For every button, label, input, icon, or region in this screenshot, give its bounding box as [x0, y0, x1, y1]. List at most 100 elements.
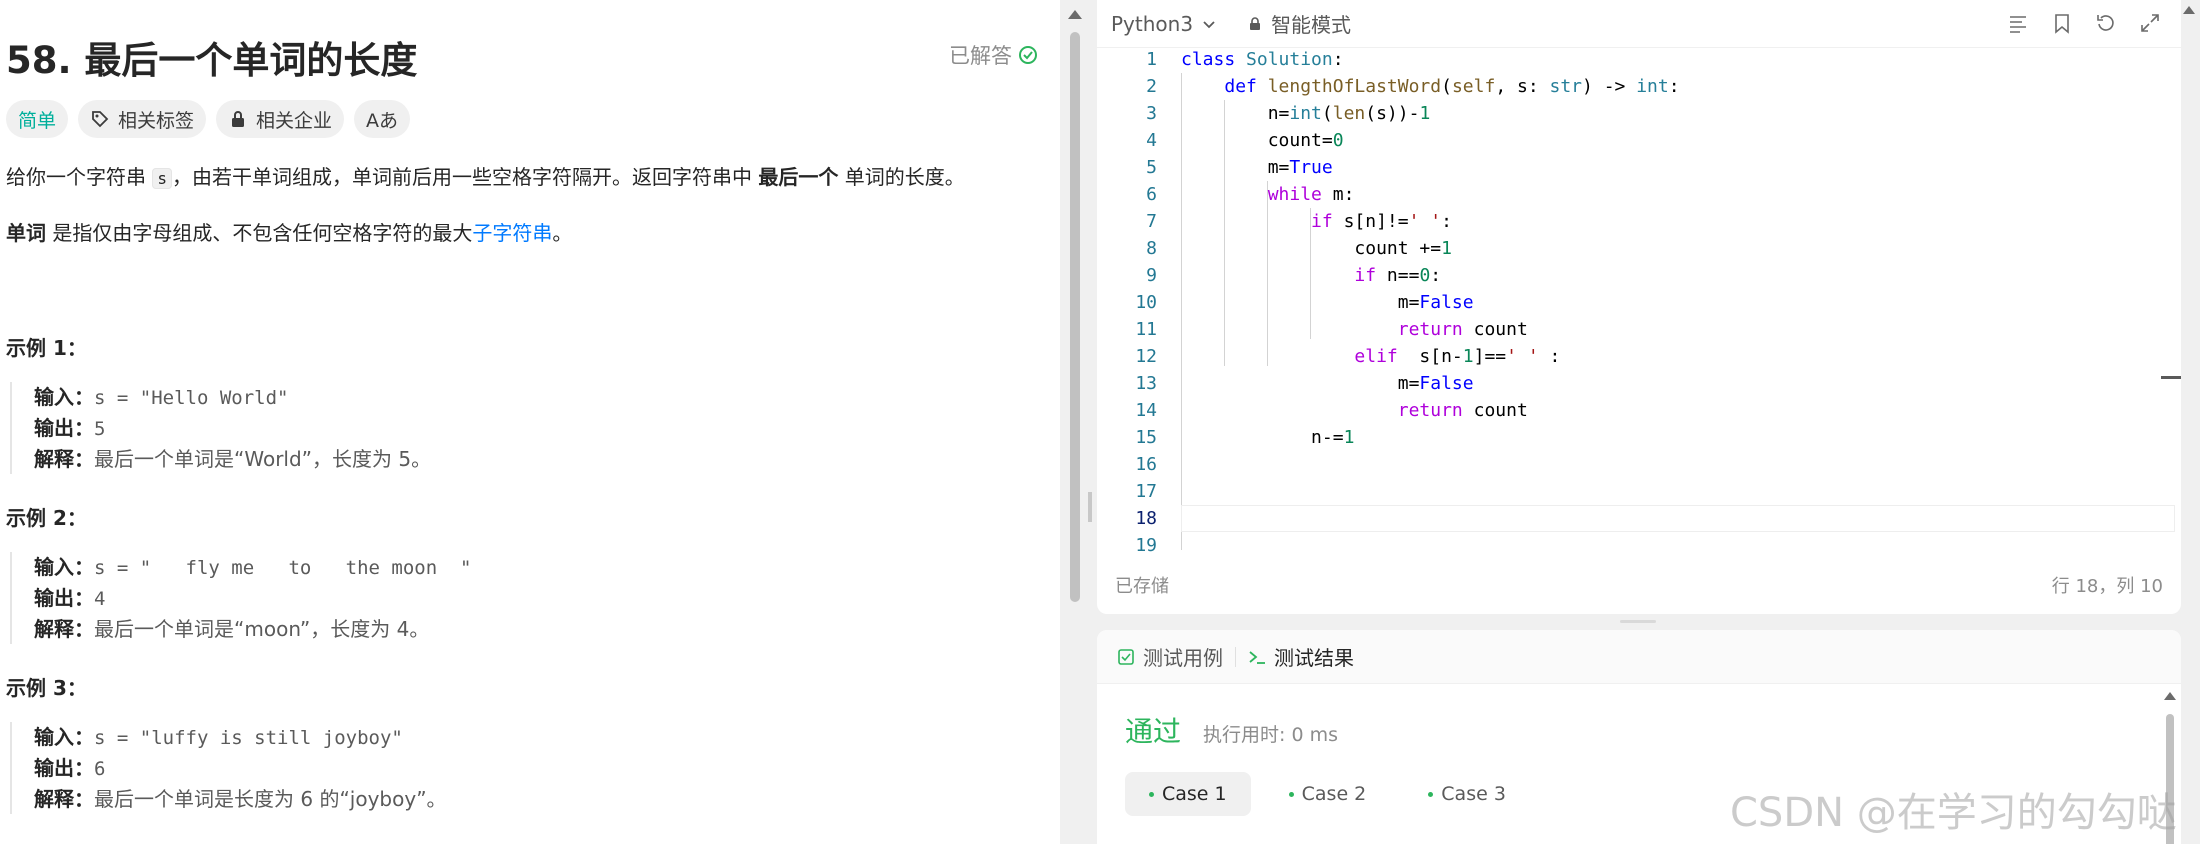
scroll-up-arrow-icon[interactable] — [1068, 10, 1082, 19]
reset-icon[interactable] — [2095, 12, 2117, 34]
code-line: 11 return count — [1097, 316, 2181, 343]
example-1-explain-label: 解释： — [34, 447, 94, 471]
problem-scrollbar[interactable] — [1068, 10, 1082, 844]
problem-panel: 58. 最后一个单词的长度 已解答 简单 相关标签 相关企业 Aあ 给你一个字符… — [0, 0, 1060, 844]
result-row: 通过 执行用时: 0 ms — [1125, 710, 1338, 750]
example-2-input: s = " fly me to the moon " — [94, 557, 472, 579]
desc2-bold: 单词 — [6, 221, 46, 245]
language-select[interactable]: Python3 — [1111, 12, 1217, 36]
bookmark-icon[interactable] — [2051, 12, 2073, 34]
expand-icon[interactable] — [2139, 12, 2161, 34]
vertical-resize-handle[interactable] — [1620, 620, 1656, 623]
lock-icon — [232, 111, 245, 127]
desc1-inline-code: s — [152, 168, 172, 189]
code-line: 5 m=True — [1097, 154, 2181, 181]
tag-icon — [92, 111, 109, 128]
pass-dot-icon — [1288, 791, 1294, 797]
line-text: n-=1 — [1181, 427, 1355, 448]
tab-testresult[interactable]: 测试结果 — [1248, 642, 1354, 671]
case-tab-2[interactable]: Case 2 — [1265, 772, 1391, 816]
problem-title[interactable]: 58. 最后一个单词的长度 — [6, 39, 417, 82]
runtime: 执行用时: 0 ms — [1203, 724, 1338, 746]
example-1-title: 示例 1： — [6, 336, 87, 360]
line-number: 19 — [1135, 535, 1157, 556]
companies-tag[interactable]: 相关企业 — [216, 100, 345, 138]
code-line: 15 n-=1 — [1097, 424, 2181, 451]
code-line: 16 — [1097, 451, 2181, 478]
topics-tag[interactable]: 相关标签 — [78, 100, 207, 138]
example-3-output-label: 输出： — [34, 756, 94, 780]
editor-overview-ruler — [2161, 376, 2181, 379]
example-2-explain: 最后一个单词是“moon”，长度为 4。 — [94, 617, 430, 641]
smart-mode-label: 智能模式 — [1271, 13, 1352, 37]
code-line: 14 return count — [1097, 397, 2181, 424]
editor-status-bar: 已存储 行 18，列 10 — [1097, 560, 2181, 610]
example-3-title: 示例 3： — [6, 676, 87, 700]
line-number: 17 — [1135, 481, 1157, 502]
tab-testcases[interactable]: 测试用例 — [1117, 642, 1223, 671]
desc1-text-c: 单词的长度。 — [838, 165, 965, 189]
scroll-up-arrow-icon[interactable] — [2164, 692, 2176, 700]
example-2-input-label: 输入： — [34, 555, 94, 579]
line-number: 7 — [1146, 211, 1157, 232]
code-line: 9 if n==0: — [1097, 262, 2181, 289]
example-1-explain: 最后一个单词是“World”，长度为 5。 — [94, 447, 432, 471]
problem-scroll-thumb[interactable] — [1070, 32, 1080, 602]
checkbox-icon — [1118, 648, 1134, 665]
line-number: 2 — [1146, 76, 1157, 97]
example-3-input-label: 输入： — [34, 725, 94, 749]
code-line-current: 18 — [1097, 505, 2181, 532]
cursor-position: 行 18，列 10 — [2051, 576, 2163, 597]
line-text: class Solution: — [1181, 49, 1344, 70]
line-number: 15 — [1135, 427, 1157, 448]
smart-mode[interactable]: 智能模式 — [1247, 9, 1351, 38]
case-label: Case 1 — [1162, 783, 1227, 805]
line-text: if s[n]!=' ': — [1311, 211, 1452, 232]
topics-tag-label: 相关标签 — [118, 109, 195, 132]
saved-status: 已存储 — [1115, 576, 1169, 597]
code-line: 1 class Solution: — [1097, 46, 2181, 73]
difficulty-tag[interactable]: 简单 — [6, 100, 69, 138]
line-text: if n==0: — [1354, 265, 1442, 286]
editor-header: Python3 智能模式 — [1097, 0, 2181, 48]
page-scrollbar[interactable] — [2183, 0, 2195, 844]
line-number: 10 — [1135, 292, 1157, 313]
description-paragraph-2: 单词 是指仅由字母组成、不包含任何空格字符的最大子字符串。 — [6, 218, 572, 248]
code-line: 8 count +=1 — [1097, 235, 2181, 262]
example-2-output: 4 — [94, 588, 106, 610]
case-tab-3[interactable]: Case 3 — [1404, 772, 1530, 816]
line-text: m=False — [1181, 373, 1474, 394]
code-line: 19 — [1097, 532, 2181, 559]
code-editor: Python3 智能模式 1 class Solution: 2 def leng… — [1097, 0, 2181, 614]
example-3-explain: 最后一个单词是长度为 6 的“joyboy”。 — [94, 787, 447, 811]
example-1-input-label: 输入： — [34, 385, 94, 409]
desc1-text-b: ，由若干单词组成，单词前后用一些空格字符隔开。返回字符串中 — [172, 165, 759, 189]
case-tab-1[interactable]: Case 1 — [1125, 772, 1251, 816]
code-line: 4 count=0 — [1097, 127, 2181, 154]
line-text: def lengthOfLastWord(self, s: str) -> in… — [1224, 76, 1680, 97]
scroll-up-arrow-icon[interactable] — [2183, 6, 2195, 14]
app-root: 58. 最后一个单词的长度 已解答 简单 相关标签 相关企业 Aあ 给你一个字符… — [0, 0, 2200, 844]
line-number: 13 — [1135, 373, 1157, 394]
editor-toolbar — [2007, 12, 2161, 34]
pass-dot-icon — [1149, 791, 1154, 797]
lock-icon — [1250, 16, 1261, 30]
code-line: 17 — [1097, 478, 2181, 505]
line-text: return count — [1397, 400, 1528, 421]
line-number: 8 — [1146, 238, 1157, 259]
panel-splitter[interactable] — [1088, 492, 1092, 522]
line-number: 9 — [1146, 265, 1157, 286]
description-paragraph-1: 给你一个字符串 s ，由若干单词组成，单词前后用一些空格字符隔开。返回字符串中 最… — [6, 162, 965, 194]
tab-divider — [1235, 646, 1236, 667]
code-area[interactable]: 1 class Solution: 2 def lengthOfLastWord(… — [1097, 46, 2181, 556]
font-size-button[interactable]: Aあ — [354, 100, 411, 138]
substring-link[interactable]: 子字符串 — [472, 221, 552, 245]
line-number: 6 — [1146, 184, 1157, 205]
companies-tag-label: 相关企业 — [256, 109, 333, 132]
line-number: 1 — [1146, 49, 1157, 70]
line-text: count +=1 — [1181, 238, 1452, 259]
tab-testcases-label: 测试用例 — [1143, 646, 1223, 670]
format-icon[interactable] — [2007, 12, 2029, 34]
line-text: return count — [1397, 319, 1528, 340]
line-text: m=True — [1181, 157, 1333, 178]
